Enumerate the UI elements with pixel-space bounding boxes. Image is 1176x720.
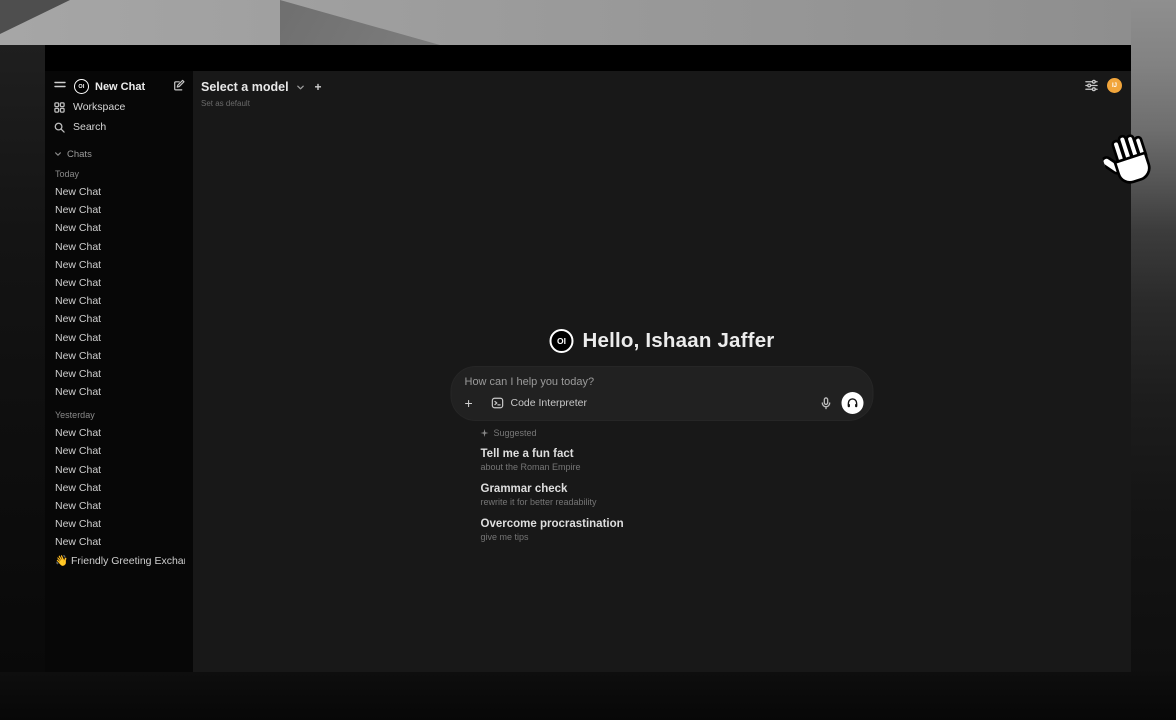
terminal-icon	[492, 397, 504, 409]
greeting: OI Hello, Ishaan Jaffer	[452, 327, 873, 354]
desktop-background-top	[0, 0, 1176, 45]
suggested-label: Suggested	[494, 428, 537, 438]
chat-list-item[interactable]: New Chat	[54, 219, 185, 237]
chat-list-item[interactable]: New Chat	[54, 442, 185, 460]
screenshot-stage: OI New Chat Workspace Search	[0, 0, 1176, 720]
code-interpreter-toggle[interactable]: Code Interpreter	[492, 397, 587, 409]
chat-list-item[interactable]: New Chat	[54, 461, 185, 479]
suggested-section: Suggested Tell me a fun fact about the R…	[452, 427, 873, 543]
chat-group-label: Yesterday	[54, 410, 185, 421]
greeting-text: Hello, Ishaan Jaffer	[583, 329, 775, 353]
chat-list-item[interactable]: New Chat	[54, 201, 185, 219]
model-selector-label: Select a model	[201, 80, 289, 94]
model-selector[interactable]: Select a model +	[201, 80, 322, 94]
suggested-prompt[interactable]: Overcome procrastination give me tips	[481, 517, 873, 543]
desktop-background-bottom	[0, 672, 1176, 720]
prompt-title: Grammar check	[481, 482, 873, 496]
user-avatar[interactable]: IJ	[1107, 78, 1122, 93]
chat-list-item[interactable]: New Chat	[54, 479, 185, 497]
prompt-subtitle: rewrite it for better readability	[481, 497, 873, 508]
chat-list-item[interactable]: New Chat	[54, 515, 185, 533]
prompt-title: Tell me a fun fact	[481, 447, 873, 461]
header-right: IJ	[1085, 78, 1122, 93]
main-header: Select a model + Set as default	[201, 80, 322, 108]
chat-group-label: Today	[54, 169, 185, 180]
chat-list-item[interactable]: 👋 Friendly Greeting Exchange	[54, 552, 185, 570]
chevron-down-icon	[296, 83, 305, 92]
set-as-default-link[interactable]: Set as default	[201, 99, 322, 108]
desktop-background-right	[1131, 0, 1176, 720]
voice-call-button[interactable]	[842, 392, 864, 414]
attach-plus-button[interactable]: +	[465, 396, 479, 410]
chat-list-item[interactable]: New Chat	[54, 497, 185, 515]
sidebar-header: OI New Chat	[54, 78, 185, 95]
sidebar-item-workspace[interactable]: Workspace	[54, 99, 185, 115]
chat-list-item[interactable]: New Chat	[54, 329, 185, 347]
message-input[interactable]	[465, 376, 864, 388]
chat-list-item[interactable]: New Chat	[54, 183, 185, 201]
main-area: Select a model + Set as default IJ OI He…	[193, 71, 1131, 672]
chevron-down-icon	[54, 150, 62, 158]
chat-list-item[interactable]: New Chat	[54, 383, 185, 401]
chat-list-item[interactable]: New Chat	[54, 292, 185, 310]
new-chat-button[interactable]	[173, 78, 185, 96]
prompt-title: Overcome procrastination	[481, 517, 873, 531]
controls-sliders-icon[interactable]	[1085, 79, 1098, 92]
spark-icon	[481, 429, 489, 437]
app-logo: OI	[74, 79, 89, 94]
app-window: OI New Chat Workspace Search	[45, 45, 1131, 672]
sidebar: OI New Chat Workspace Search	[45, 71, 193, 672]
microphone-icon[interactable]	[820, 397, 833, 410]
chat-list-item[interactable]: New Chat	[54, 238, 185, 256]
chat-groups: TodayNew ChatNew ChatNew ChatNew ChatNew…	[54, 169, 185, 570]
code-interpreter-label: Code Interpreter	[511, 397, 587, 409]
add-model-button[interactable]: +	[315, 80, 322, 94]
sidebar-title: New Chat	[95, 81, 173, 93]
workspace-grid-icon	[54, 102, 65, 113]
headphones-icon	[847, 397, 859, 409]
chat-list-item[interactable]: New Chat	[54, 533, 185, 551]
search-icon	[54, 122, 65, 133]
composer-toolbar: + Code Interpreter	[465, 392, 864, 414]
chat-list-item[interactable]: New Chat	[54, 310, 185, 328]
chat-list-item[interactable]: New Chat	[54, 424, 185, 442]
chat-list-item[interactable]: New Chat	[54, 365, 185, 383]
workspace-label: Workspace	[73, 101, 125, 113]
chat-list-item[interactable]: New Chat	[54, 274, 185, 292]
message-composer: + Code Interpreter	[452, 367, 873, 420]
app-logo: OI	[550, 329, 574, 353]
chats-label: Chats	[67, 149, 92, 160]
suggested-prompt[interactable]: Grammar check rewrite it for better read…	[481, 482, 873, 508]
chat-list-item[interactable]: New Chat	[54, 347, 185, 365]
search-label: Search	[73, 121, 106, 133]
sidebar-item-search[interactable]: Search	[54, 119, 185, 135]
chats-section-toggle[interactable]: Chats	[54, 148, 185, 160]
prompt-subtitle: about the Roman Empire	[481, 462, 873, 473]
suggested-prompt[interactable]: Tell me a fun fact about the Roman Empir…	[481, 447, 873, 473]
center-content: OI Hello, Ishaan Jaffer + Code Interpret…	[452, 327, 873, 543]
desktop-background-left	[0, 45, 45, 672]
suggested-header: Suggested	[481, 427, 873, 438]
prompt-subtitle: give me tips	[481, 532, 873, 543]
chat-list-item[interactable]: New Chat	[54, 256, 185, 274]
sidebar-toggle-icon[interactable]	[54, 78, 66, 96]
app-topbar	[45, 45, 1131, 71]
